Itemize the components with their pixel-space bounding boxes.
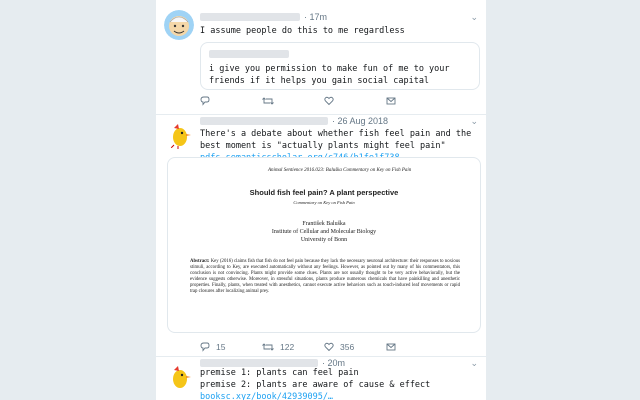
avatar-bird-icon bbox=[164, 120, 194, 150]
paper-affiliation-2: University of Bonn bbox=[300, 237, 348, 243]
paper-preview-card[interactable]: Animal Sentience 2016.023: Baluška Comme… bbox=[167, 157, 481, 333]
avatar[interactable] bbox=[164, 10, 194, 40]
chevron-down-icon[interactable]: ⌄ bbox=[470, 12, 478, 23]
blurred-username[interactable] bbox=[200, 13, 300, 21]
like-button[interactable]: 356 bbox=[324, 342, 386, 352]
reply-icon bbox=[200, 96, 210, 106]
quoted-username bbox=[209, 50, 289, 58]
tweet-actions: 15 122 356 bbox=[200, 342, 448, 352]
avatar-bird-icon bbox=[164, 362, 194, 392]
retweet-button[interactable] bbox=[262, 96, 324, 106]
paper-author-block: František Baluška Institute of Cellular … bbox=[168, 220, 480, 244]
paper-affiliation-1: Institute of Cellular and Molecular Biol… bbox=[271, 229, 377, 235]
paper-author: František Baluška bbox=[302, 221, 346, 227]
heart-icon bbox=[324, 342, 334, 352]
avatar-cartoon-icon bbox=[164, 10, 194, 40]
paper-subtitle: Commentary on Key on Fish Pain bbox=[293, 200, 355, 205]
tweet-header: · 17m bbox=[200, 10, 327, 24]
like-button[interactable] bbox=[324, 96, 386, 106]
tweet-text-body: There's a debate about whether fish feel… bbox=[200, 129, 472, 151]
retweet-icon bbox=[262, 97, 274, 105]
quoted-text: i give you permission to make fun of me … bbox=[209, 64, 450, 86]
tweet-text: I assume people do this to me regardless bbox=[200, 26, 405, 36]
paper-running-head: Animal Sentience 2016.023: Baluška Comme… bbox=[268, 168, 412, 173]
envelope-icon bbox=[386, 97, 396, 105]
tweet-actions bbox=[200, 96, 448, 106]
dm-button[interactable] bbox=[386, 96, 448, 106]
retweet-icon bbox=[262, 343, 274, 351]
reply-icon bbox=[200, 342, 210, 352]
avatar[interactable] bbox=[164, 120, 194, 150]
tweet-3[interactable]: · 20m ⌄ premise 1: plants can feel pain … bbox=[156, 356, 486, 400]
retweet-button[interactable]: 122 bbox=[262, 342, 324, 352]
envelope-icon bbox=[386, 343, 396, 351]
reply-button[interactable] bbox=[200, 96, 262, 106]
blurred-username[interactable] bbox=[200, 359, 318, 367]
premise-2-line: premise 2: plants are aware of cause & e… bbox=[200, 379, 486, 400]
reply-count: 15 bbox=[216, 342, 226, 352]
timestamp[interactable]: · 26 Aug 2018 bbox=[332, 116, 388, 126]
like-count: 356 bbox=[340, 342, 355, 352]
blurred-username[interactable] bbox=[200, 117, 328, 125]
paper-abstract: Abstract: Key (2016) claims fish that fi… bbox=[190, 259, 460, 296]
premise-1-line: premise 1: plants can feel pain bbox=[200, 368, 359, 378]
book-link[interactable]: booksc.xyz/book/42939095/… bbox=[200, 392, 333, 400]
dm-button[interactable] bbox=[386, 342, 448, 352]
chevron-down-icon[interactable]: ⌄ bbox=[470, 116, 478, 127]
premise-2-text: premise 2: plants are aware of cause & e… bbox=[200, 380, 431, 390]
reply-button[interactable]: 15 bbox=[200, 342, 262, 352]
abstract-text: Key (2016) claims fish that fish do not … bbox=[190, 259, 460, 295]
tweet-header: · 26 Aug 2018 bbox=[200, 114, 388, 128]
quoted-tweet[interactable]: i give you permission to make fun of me … bbox=[200, 42, 480, 90]
avatar[interactable] bbox=[164, 362, 194, 392]
paper-page: Animal Sentience 2016.023: Baluška Comme… bbox=[168, 158, 480, 332]
retweet-count: 122 bbox=[280, 342, 295, 352]
paper-title: Should fish feel pain? A plant perspecti… bbox=[249, 188, 399, 197]
heart-icon bbox=[324, 96, 334, 106]
abstract-label: Abstract: bbox=[190, 259, 210, 264]
timestamp[interactable]: · 17m bbox=[304, 12, 327, 22]
tweet-1[interactable]: · 17m ⌄ I assume people do this to me re… bbox=[156, 0, 486, 115]
tweet-text: premise 1: plants can feel pain premise … bbox=[200, 367, 486, 400]
